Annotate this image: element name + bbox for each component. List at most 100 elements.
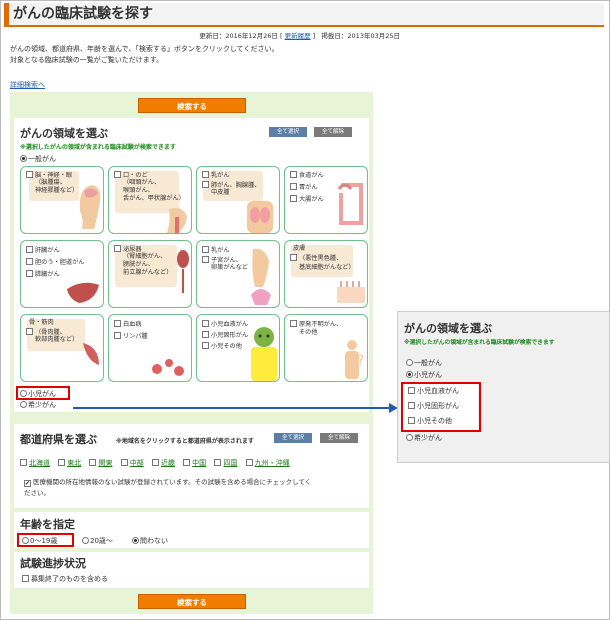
history-link[interactable]: 更新履歴 bbox=[285, 32, 311, 40]
check-icon[interactable]: ✔ bbox=[24, 480, 31, 487]
page-meta: 更新日：2016年12月26日 [ 更新履歴 ] 掲載日：2013年03月25日 bbox=[199, 32, 400, 40]
callout-radio-general[interactable]: 一般がん bbox=[406, 358, 442, 368]
svg-text:?: ? bbox=[357, 353, 364, 369]
prefecture-title: 都道府県を選ぶ bbox=[20, 433, 97, 446]
search-button-top[interactable]: 検索する bbox=[138, 98, 246, 113]
area-option-detail: 神経膠腫など） bbox=[35, 187, 79, 194]
region-list: 北海道 東北 関東 中部 近畿 中国 四国 九州・沖縄 bbox=[20, 458, 296, 468]
area-option-detail: 軟部肉腫など） bbox=[35, 336, 79, 343]
page-title: がんの臨床試験を探す bbox=[13, 6, 153, 22]
area-option-detail: （脳腫瘍、 bbox=[35, 179, 66, 186]
progress-title: 試験進捗状況 bbox=[20, 557, 86, 570]
callout-highlight bbox=[401, 382, 481, 432]
region-kinki[interactable]: 近畿 bbox=[151, 459, 181, 467]
area-option[interactable]: 小児血液がん bbox=[202, 320, 248, 329]
area-option[interactable]: 胆のう・胆道がん bbox=[26, 258, 85, 267]
area-option[interactable]: 白血病 bbox=[114, 320, 142, 329]
area-cell-skin: 皮膚 （悪性黒色腫、 基底細胞がんなど） bbox=[284, 240, 368, 308]
area-option-detail: （腎細胞がん、 bbox=[123, 253, 167, 260]
highlight-age bbox=[17, 533, 74, 547]
prefecture-clear-all-button[interactable]: 全て解除 bbox=[320, 433, 358, 443]
age-option-20plus[interactable]: 20歳〜 bbox=[82, 536, 113, 546]
callout-radio-pediatric[interactable]: 小児がん bbox=[406, 370, 442, 380]
radio-general-label: 一般がん bbox=[28, 155, 56, 163]
area-cell-liver: 肝臓がん 胆のう・胆道がん 膵臓がん bbox=[20, 240, 104, 308]
region-chubu[interactable]: 中部 bbox=[120, 459, 150, 467]
area-option-detail: その他 bbox=[299, 329, 318, 336]
intro-line-2: 対象となる臨床試験の一覧がご覧いただけます。 bbox=[10, 56, 164, 64]
arrow-line bbox=[73, 407, 391, 409]
area-option[interactable]: 大腸がん bbox=[290, 195, 324, 204]
area-option[interactable]: 肝臓がん bbox=[26, 246, 60, 255]
blood-cells-illustration bbox=[152, 359, 184, 376]
highlight-pediatric bbox=[16, 386, 70, 400]
radio-rare-input[interactable] bbox=[20, 401, 27, 408]
area-option[interactable]: 胃がん bbox=[290, 183, 318, 192]
area-note: ※選択したがんの領域が含まれる臨床試験が検索できます bbox=[20, 144, 176, 151]
zoom-callout: がんの領域を選ぶ ※選択したがんの領域が含まれる臨床試験が検索できます 一般がん… bbox=[397, 311, 610, 463]
head-illustration bbox=[79, 185, 101, 229]
area-option-detail: 舌がん、甲状腺がん） bbox=[123, 195, 185, 202]
include-no-location-checkbox[interactable]: ✔ 医療機関の所在地情報のない試験が登録されています。その試験を含める場合にチェッ… bbox=[24, 476, 311, 487]
area-option-detail: 前立腺がんなど） bbox=[123, 269, 173, 276]
area-option[interactable]: 乳がん bbox=[202, 171, 230, 180]
area-option-detail: 卵巣がんなど bbox=[211, 264, 249, 271]
prefecture-select-all-button[interactable]: 全て選択 bbox=[274, 433, 312, 443]
radio-general[interactable]: 一般がん bbox=[20, 154, 56, 164]
area-option[interactable]: 小児その他 bbox=[202, 342, 242, 351]
area-option[interactable]: （悪性黒色腫、 bbox=[290, 254, 342, 263]
intestine-illustration bbox=[337, 183, 363, 225]
updated-date: 更新日：2016年12月26日 bbox=[199, 32, 278, 40]
region-tohoku[interactable]: 東北 bbox=[58, 459, 87, 467]
age-title: 年齢を指定 bbox=[20, 518, 75, 531]
age-option-any[interactable]: 問わない bbox=[132, 536, 168, 546]
area-cell-urology: 泌尿器 （腎細胞がん、 膀胱がん、 前立腺がんなど） bbox=[108, 240, 192, 308]
detail-search-link[interactable]: 詳細検索へ bbox=[10, 80, 45, 90]
area-cell-pediatric: 小児血液がん 小児固形がん 小児その他 bbox=[196, 314, 280, 382]
region-hokkaido[interactable]: 北海道 bbox=[20, 459, 56, 467]
region-kanto[interactable]: 関東 bbox=[89, 459, 118, 467]
throat-illustration bbox=[167, 208, 187, 233]
area-option[interactable]: 小児固形がん bbox=[202, 331, 248, 340]
skin-illustration bbox=[337, 281, 365, 303]
search-button-bottom[interactable]: 検索する bbox=[138, 594, 246, 609]
area-cell-digestive: 食道がん 胃がん 大腸がん bbox=[284, 166, 368, 234]
area-clear-all-button[interactable]: 全て解除 bbox=[314, 127, 352, 137]
bear-mascot-illustration bbox=[251, 327, 277, 381]
area-cell-blood: 白血病 リンパ腫 bbox=[108, 314, 192, 382]
region-kyushu[interactable]: 九州・沖縄 bbox=[245, 459, 296, 467]
area-option[interactable]: 乳がん bbox=[202, 246, 230, 255]
area-option[interactable]: リンパ腫 bbox=[114, 332, 148, 341]
prefecture-section: 都道府県を選ぶ ※地域名をクリックすると都道府県が表示されます 全て選択 全て解… bbox=[14, 424, 369, 508]
callout-title: がんの領域を選ぶ bbox=[404, 322, 492, 335]
include-closed-checkbox[interactable]: 募集終了のものを含める bbox=[22, 574, 108, 584]
uterus-illustration bbox=[251, 248, 271, 305]
callout-note: ※選択したがんの領域が含まれる臨床試験が検索できます bbox=[404, 340, 555, 346]
include-label-cont: ださい。 bbox=[24, 489, 50, 497]
include-label: 医療機関の所在地情報のない試験が登録されています。その試験を含める場合にチェック… bbox=[33, 478, 312, 486]
area-option-detail: 中皮腫 bbox=[211, 189, 230, 196]
area-option-detail: 骨・筋肉 bbox=[29, 319, 54, 326]
area-option-detail: （咽頭がん、 bbox=[123, 179, 161, 186]
area-cell-brain: 脳・神経・眼 （脳腫瘍、 神経膠腫など） bbox=[20, 166, 104, 234]
area-cell-throat: 口・のど （咽頭がん、 喉頭がん、 舌がん、甲状腺がん） bbox=[108, 166, 192, 234]
intro-line-1: がんの領域、都道府県、年齢を選んで、「検索する」ボタンをクリックしてください。 bbox=[10, 45, 279, 53]
area-select-all-button[interactable]: 全て選択 bbox=[269, 127, 307, 137]
area-option[interactable]: 食道がん bbox=[290, 171, 324, 180]
radio-rare-label: 希少がん bbox=[28, 401, 56, 409]
kidney-illustration bbox=[177, 250, 189, 293]
area-option-detail: 皮膚 bbox=[293, 245, 306, 252]
area-option[interactable]: 原発不明がん、 bbox=[290, 320, 342, 329]
area-option[interactable]: 膵臓がん bbox=[26, 270, 60, 279]
area-option-detail: 膀胱がん、 bbox=[123, 261, 154, 268]
area-title: がんの領域を選ぶ bbox=[20, 127, 108, 140]
region-chugoku[interactable]: 中国 bbox=[183, 459, 212, 467]
posted-date: 掲載日：2013年03月25日 bbox=[321, 32, 400, 40]
radio-rare[interactable]: 希少がん bbox=[20, 400, 56, 410]
region-shikoku[interactable]: 四国 bbox=[214, 459, 243, 467]
radio-general-input[interactable] bbox=[20, 155, 27, 162]
callout-radio-rare[interactable]: 希少がん bbox=[406, 433, 442, 443]
area-option-detail: 基底細胞がんなど） bbox=[299, 264, 355, 271]
area-cell-lung: 乳がん 肺がん、胸腺腫、 中皮腫 bbox=[196, 166, 280, 234]
age-section: 年齢を指定 0〜19歳 20歳〜 問わない bbox=[14, 512, 369, 548]
